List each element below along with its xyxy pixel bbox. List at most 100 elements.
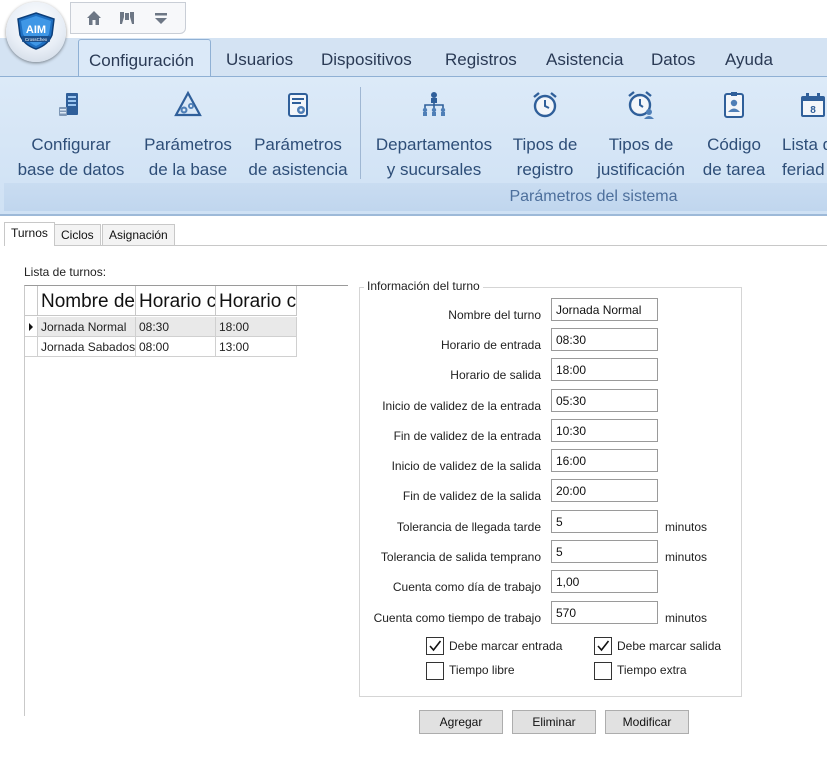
app-logo[interactable]: AIM CrossChex [6, 2, 66, 62]
current-row-arrow-icon [29, 323, 33, 331]
add-button[interactable]: Agregar [419, 710, 503, 734]
exit-time-label: Horario de salida [450, 368, 541, 382]
table-row[interactable]: Jornada Normal 08:30 18:00 [25, 317, 297, 337]
ribbon-item-label: Tipos de [608, 135, 674, 154]
free-time-checkbox[interactable] [426, 662, 444, 680]
id-badge-icon [724, 92, 744, 118]
database-parameters-button[interactable]: Parámetros de la base [140, 87, 236, 197]
tab-registros[interactable]: Registros [445, 38, 517, 76]
tab-dispositivos[interactable]: Dispositivos [321, 38, 412, 76]
task-code-button[interactable]: Código de tarea [698, 87, 770, 197]
departments-branches-button[interactable]: Departamentos y sucursales [370, 87, 498, 197]
column-header-start[interactable]: Horario c [136, 286, 216, 316]
ribbon-item-label: Tipos de [512, 135, 578, 154]
holiday-list-button[interactable]: 8 Lista d feriad [782, 87, 827, 197]
ribbon-item-label: Parámetros [254, 135, 342, 154]
must-clock-out-checkbox[interactable] [594, 637, 612, 655]
tab-ayuda[interactable]: Ayuda [725, 38, 773, 76]
ribbon-item-label: de asistencia [248, 160, 348, 179]
logo-shield-icon: AIM CrossChex [17, 12, 55, 50]
overtime-label: Tiempo extra [617, 663, 687, 677]
alarm-clock-icon [533, 92, 557, 118]
late-tolerance-unit: minutos [665, 520, 708, 534]
delete-button[interactable]: Eliminar [512, 710, 596, 734]
ribbon-group-label: Parámetros del sistema [360, 183, 827, 211]
entry-validity-start-input[interactable] [551, 389, 658, 412]
ribbon-item-label: Departamentos [375, 135, 493, 154]
cell-name[interactable]: Jornada Sabados [38, 337, 136, 357]
database-server-icon [59, 93, 78, 116]
exit-validity-start-label: Inicio de validez de la salida [391, 459, 541, 473]
overtime-checkbox[interactable] [594, 662, 612, 680]
tools-icon[interactable] [117, 8, 137, 28]
ribbon-item-label: Parámetros [144, 135, 232, 154]
justification-types-button[interactable]: Tipos de justificación [592, 87, 690, 197]
exit-time-input[interactable] [551, 358, 658, 381]
cell-end[interactable]: 18:00 [216, 317, 297, 337]
ribbon-item-label: y sucursales [386, 160, 482, 179]
home-icon[interactable] [84, 8, 104, 28]
tab-asignacion[interactable]: Asignación [102, 224, 175, 245]
entry-validity-end-label: Fin de validez de la entrada [393, 429, 541, 443]
row-selector[interactable] [25, 317, 38, 337]
tab-turnos[interactable]: Turnos [4, 222, 55, 246]
must-clock-in-checkbox[interactable] [426, 637, 444, 655]
scroll-settings-icon [288, 93, 308, 117]
late-tolerance-input[interactable] [551, 510, 658, 533]
grid-corner [25, 286, 38, 316]
subtab-bar: Turnos Ciclos Asignación [4, 222, 827, 246]
quick-access-toolbar [70, 2, 186, 34]
ribbon-item-label: justificación [597, 160, 685, 179]
menu-bar: Configuración Usuarios Dispositivos Regi… [0, 38, 827, 78]
cell-end[interactable]: 13:00 [216, 337, 297, 357]
column-header-name[interactable]: Nombre de [38, 286, 136, 316]
attendance-parameters-button[interactable]: Parámetros de asistencia [244, 87, 352, 197]
worktime-count-unit: minutos [665, 611, 708, 625]
modify-button[interactable]: Modificar [605, 710, 689, 734]
alarm-clock-person-icon [628, 91, 654, 119]
workday-count-label: Cuenta como día de trabajo [392, 580, 541, 594]
exit-validity-end-input[interactable] [551, 479, 658, 502]
row-selector[interactable] [25, 337, 38, 357]
ribbon-item-label: Código [707, 135, 761, 154]
tab-asistencia[interactable]: Asistencia [546, 38, 623, 76]
org-chart-icon [422, 92, 446, 116]
table-row[interactable]: Jornada Sabados 08:00 13:00 [25, 337, 297, 357]
dropdown-icon[interactable] [151, 8, 171, 28]
early-exit-tolerance-label: Tolerancia de salida temprano [380, 550, 541, 564]
exit-validity-start-input[interactable] [551, 449, 658, 472]
shift-info-title: Información del turno [364, 279, 483, 293]
shift-name-input[interactable] [551, 298, 658, 321]
early-exit-tolerance-input[interactable] [551, 540, 658, 563]
shift-list-label: Lista de turnos: [24, 265, 107, 279]
svg-text:8: 8 [810, 105, 816, 116]
cell-name[interactable]: Jornada Normal [38, 317, 136, 337]
tab-configuracion[interactable]: Configuración [78, 39, 211, 78]
logo-text: AIM [26, 24, 46, 36]
checkmark-icon [429, 640, 442, 652]
settings-triangle-icon [174, 90, 202, 117]
logo-subtext: CrossChex [25, 37, 48, 42]
cell-start[interactable]: 08:00 [136, 337, 216, 357]
worktime-count-input[interactable] [551, 601, 658, 624]
record-types-button[interactable]: Tipos de registro [506, 87, 584, 197]
ribbon-item-label: base de datos [17, 160, 125, 179]
checkmark-icon [597, 640, 610, 652]
column-header-end[interactable]: Horario c [216, 286, 297, 316]
entry-time-input[interactable] [551, 328, 658, 351]
ribbon: Configurar base de datos Parámetros de l… [0, 76, 827, 216]
tab-usuarios[interactable]: Usuarios [226, 38, 293, 76]
configure-database-button[interactable]: Configurar base de datos [12, 87, 130, 197]
ribbon-item-label: de la base [148, 160, 228, 179]
ribbon-item-label: registro [516, 160, 574, 179]
calendar-icon: 8 [801, 93, 825, 117]
entry-time-label: Horario de entrada [440, 338, 541, 352]
tab-ciclos[interactable]: Ciclos [54, 224, 101, 245]
tab-datos[interactable]: Datos [651, 38, 695, 76]
must-clock-out-label: Debe marcar salida [617, 639, 722, 653]
ribbon-item-label: feriad [782, 160, 825, 179]
entry-validity-end-input[interactable] [551, 419, 658, 442]
ribbon-item-label: Configurar [31, 135, 111, 154]
workday-count-input[interactable] [551, 570, 658, 593]
cell-start[interactable]: 08:30 [136, 317, 216, 337]
